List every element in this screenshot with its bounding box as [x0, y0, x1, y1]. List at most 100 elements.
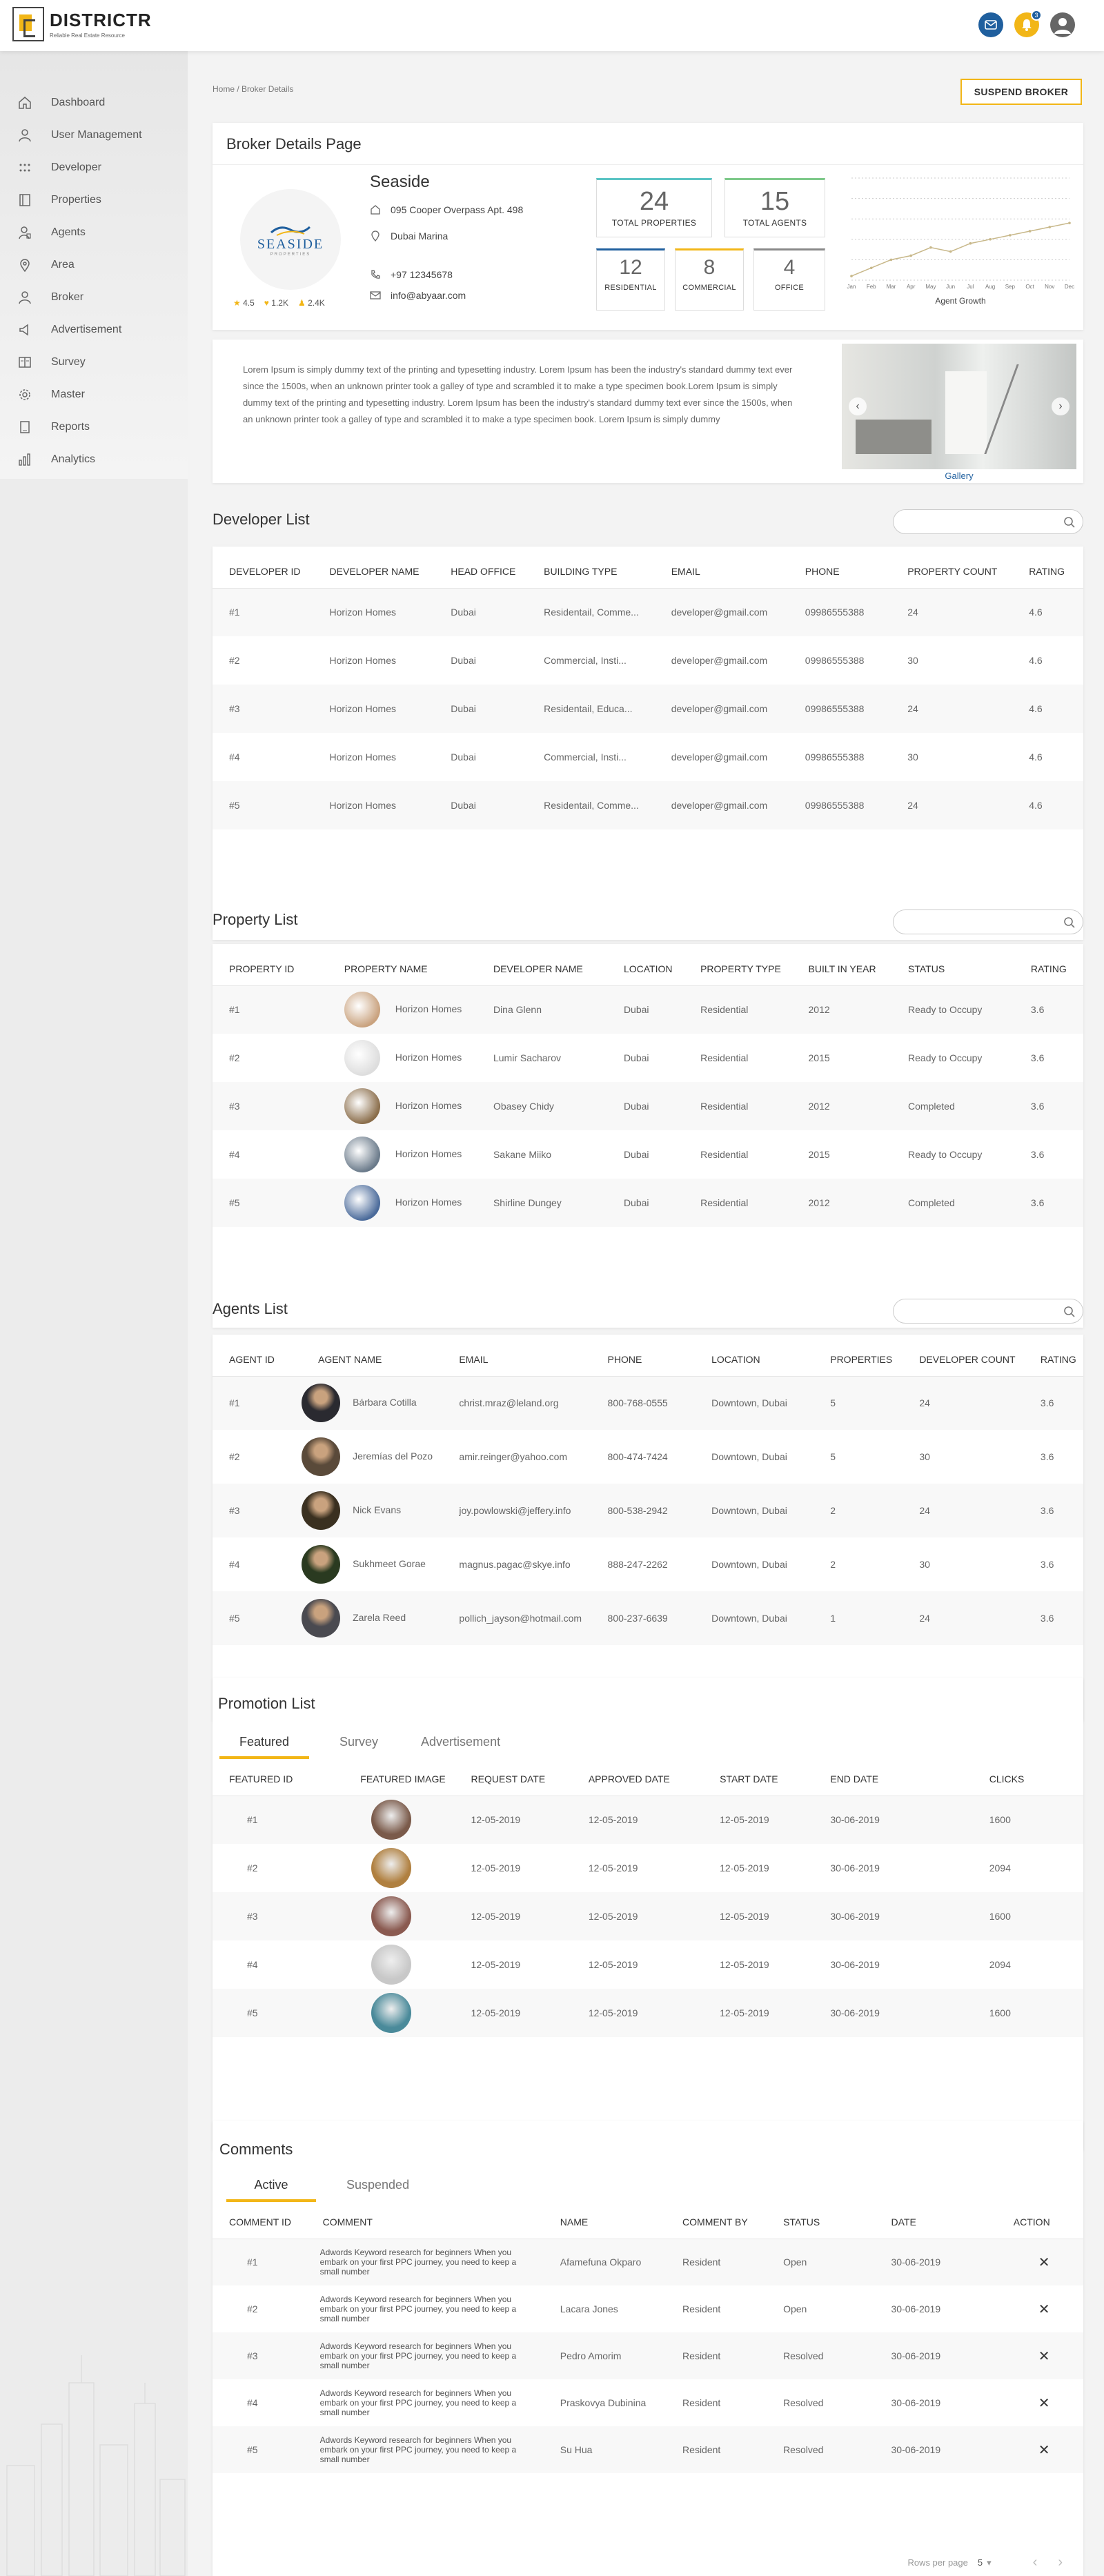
- table-row[interactable]: #4 Horizon Homes Sakane Miiko Dubai Resident…: [213, 1130, 1083, 1179]
- column-header[interactable]: BUILDING TYPE: [527, 555, 655, 589]
- table-row[interactable]: #4 12-05-2019 12-05-2019 12-05-2019 30-06-20…: [213, 1940, 1083, 1989]
- gallery-next-button[interactable]: ›: [1052, 397, 1070, 415]
- column-header[interactable]: FEATURED IMAGE: [344, 1762, 455, 1796]
- delete-comment-icon[interactable]: ✕: [1038, 2349, 1050, 2364]
- column-header[interactable]: CLICKS: [972, 1762, 1083, 1796]
- column-header[interactable]: DEVELOPER NAME: [313, 555, 435, 589]
- delete-comment-icon[interactable]: ✕: [1038, 2255, 1050, 2270]
- table-row[interactable]: #4 Horizon Homes Dubai Commercial, Insti...…: [213, 733, 1083, 781]
- table-row[interactable]: #1 Bárbara Cotilla christ.mraz@leland.org 8…: [213, 1376, 1083, 1430]
- tab-featured[interactable]: Featured: [219, 1735, 309, 1759]
- bell-icon[interactable]: 3: [1014, 10, 1042, 37]
- column-header[interactable]: DATE: [874, 2205, 997, 2239]
- table-row[interactable]: #3 Nick Evans joy.powlowski@jeffery.info 80…: [213, 1484, 1083, 1537]
- column-header[interactable]: PHONE: [591, 1343, 696, 1377]
- developer-search[interactable]: [893, 509, 1083, 534]
- table-row[interactable]: #3 Horizon Homes Obasey Chidy Dubai Resident…: [213, 1082, 1083, 1130]
- prev-page-button[interactable]: ‹: [1033, 2555, 1038, 2570]
- table-row[interactable]: #1 Adwords Keyword research for beginners…: [213, 2239, 1083, 2285]
- property-search-input[interactable]: [903, 910, 1062, 934]
- nav-survey[interactable]: Survey: [0, 348, 188, 376]
- table-row[interactable]: #2 Adwords Keyword research for beginners…: [213, 2285, 1083, 2332]
- breadcrumb[interactable]: Home / Broker Details: [213, 84, 293, 94]
- nav-dashboard[interactable]: Dashboard: [0, 89, 188, 117]
- nav-master[interactable]: Master: [0, 381, 188, 409]
- table-row[interactable]: #3 Horizon Homes Dubai Residentail, Educa..…: [213, 685, 1083, 733]
- column-header[interactable]: STATUS: [891, 952, 1014, 986]
- column-header[interactable]: DEVELOPER COUNT: [903, 1343, 1024, 1377]
- table-row[interactable]: #5 Zarela Reed pollich_jayson@hotmail.com 8…: [213, 1591, 1083, 1645]
- column-header[interactable]: AGENT NAME: [302, 1343, 443, 1377]
- nav-area[interactable]: Area: [0, 251, 188, 279]
- nav-developer[interactable]: Developer: [0, 154, 188, 181]
- table-row[interactable]: #2 Horizon Homes Lumir Sacharov Dubai Reside…: [213, 1034, 1083, 1082]
- nav-reports[interactable]: Reports: [0, 413, 188, 441]
- column-header[interactable]: PROPERTY TYPE: [684, 952, 792, 986]
- table-row[interactable]: #1 12-05-2019 12-05-2019 12-05-2019 30-06-20…: [213, 1796, 1083, 1844]
- column-header[interactable]: PROPERTY ID: [213, 952, 328, 986]
- column-header[interactable]: EMAIL: [442, 1343, 591, 1377]
- column-header[interactable]: DEVELOPER ID: [213, 555, 313, 589]
- table-row[interactable]: #4 Adwords Keyword research for beginners…: [213, 2379, 1083, 2426]
- table-row[interactable]: #3 12-05-2019 12-05-2019 12-05-2019 30-06-20…: [213, 1892, 1083, 1940]
- logo[interactable]: DISTRICTR Reliable Real Estate Resource: [12, 7, 152, 41]
- table-row[interactable]: #4 Sukhmeet Gorae magnus.pagac@skye.info 88…: [213, 1537, 1083, 1591]
- column-header[interactable]: PROPERTIES: [814, 1343, 903, 1377]
- table-row[interactable]: #2 Jeremías del Pozo amir.reinger@yahoo.co…: [213, 1430, 1083, 1484]
- column-header[interactable]: END DATE: [814, 1762, 973, 1796]
- delete-comment-icon[interactable]: ✕: [1038, 2443, 1050, 2458]
- column-header[interactable]: PROPERTY NAME: [327, 952, 477, 986]
- tab-active[interactable]: Active: [226, 2178, 316, 2202]
- column-header[interactable]: BUILT IN YEAR: [791, 952, 892, 986]
- table-row[interactable]: #1 Horizon Homes Dubai Residentail, Comme..…: [213, 588, 1083, 636]
- tab-advertisement[interactable]: Advertisement: [408, 1735, 513, 1759]
- column-header[interactable]: DEVELOPER NAME: [476, 952, 607, 986]
- column-header[interactable]: LOCATION: [695, 1343, 814, 1377]
- mail-icon[interactable]: [978, 12, 1003, 37]
- agents-search[interactable]: [893, 1299, 1083, 1324]
- table-row[interactable]: #5 Adwords Keyword research for beginners…: [213, 2426, 1083, 2473]
- nav-properties[interactable]: Properties: [0, 186, 188, 214]
- column-header[interactable]: PHONE: [788, 555, 891, 589]
- table-row[interactable]: #2 Horizon Homes Dubai Commercial, Insti...…: [213, 636, 1083, 685]
- column-header[interactable]: FEATURED ID: [213, 1762, 344, 1796]
- column-header[interactable]: STATUS: [767, 2205, 875, 2239]
- rows-per-page-select[interactable]: 5: [978, 2557, 983, 2568]
- nav-user-management[interactable]: User Management: [0, 121, 188, 149]
- column-header[interactable]: START DATE: [703, 1762, 814, 1796]
- column-header[interactable]: AGENT ID: [213, 1343, 302, 1377]
- user-avatar-icon[interactable]: [1050, 12, 1075, 37]
- table-row[interactable]: #5 12-05-2019 12-05-2019 12-05-2019 30-06-20…: [213, 1989, 1083, 2037]
- tab-survey[interactable]: Survey: [327, 1735, 391, 1759]
- gallery-prev-button[interactable]: ‹: [849, 397, 867, 415]
- property-search[interactable]: [893, 910, 1083, 934]
- column-header[interactable]: RATING: [1014, 952, 1083, 986]
- delete-comment-icon[interactable]: ✕: [1038, 2302, 1050, 2317]
- nav-broker[interactable]: Broker: [0, 284, 188, 311]
- developer-search-input[interactable]: [903, 510, 1062, 533]
- next-page-button[interactable]: ›: [1058, 2555, 1063, 2570]
- column-header[interactable]: REQUEST DATE: [454, 1762, 572, 1796]
- column-header[interactable]: COMMENT BY: [666, 2205, 767, 2239]
- column-header[interactable]: COMMENT: [306, 2205, 544, 2239]
- table-row[interactable]: #1 Horizon Homes Dina Glenn Dubai Residentia…: [213, 985, 1083, 1034]
- table-row[interactable]: #2 12-05-2019 12-05-2019 12-05-2019 30-06-20…: [213, 1844, 1083, 1892]
- suspend-broker-button[interactable]: SUSPEND BROKER: [960, 79, 1082, 105]
- column-header[interactable]: HEAD OFFICE: [434, 555, 528, 589]
- column-header[interactable]: NAME: [543, 2205, 667, 2239]
- column-header[interactable]: ACTION: [996, 2205, 1083, 2239]
- column-header[interactable]: LOCATION: [607, 952, 684, 986]
- column-header[interactable]: COMMENT ID: [213, 2205, 306, 2239]
- table-row[interactable]: #3 Adwords Keyword research for beginners…: [213, 2332, 1083, 2379]
- column-header[interactable]: RATING: [1023, 1343, 1083, 1377]
- nav-advertisement[interactable]: Advertisement: [0, 316, 188, 344]
- column-header[interactable]: EMAIL: [654, 555, 789, 589]
- table-row[interactable]: #5 Horizon Homes Shirline Dungey Dubai Resid…: [213, 1179, 1083, 1227]
- agents-search-input[interactable]: [903, 1299, 1062, 1323]
- nav-agents[interactable]: Agents: [0, 219, 188, 246]
- table-row[interactable]: #5 Horizon Homes Dubai Residentail, Comme..…: [213, 781, 1083, 829]
- column-header[interactable]: RATING: [1012, 555, 1083, 589]
- column-header[interactable]: PROPERTY COUNT: [891, 555, 1013, 589]
- tab-suspended[interactable]: Suspended: [334, 2178, 422, 2202]
- delete-comment-icon[interactable]: ✕: [1038, 2396, 1050, 2411]
